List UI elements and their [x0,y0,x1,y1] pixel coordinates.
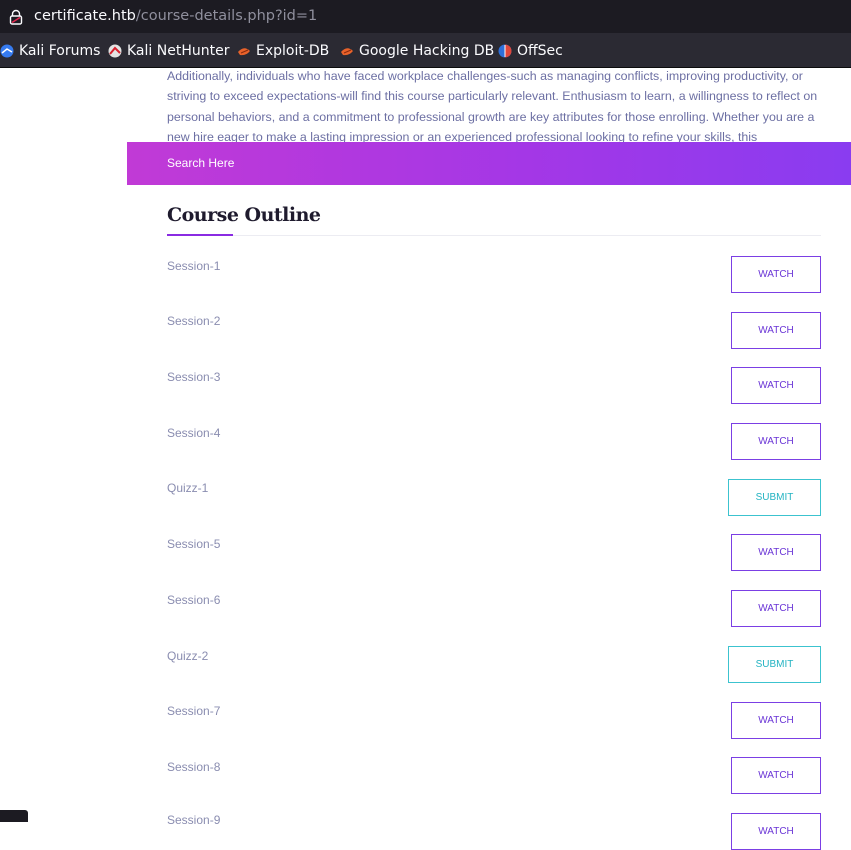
bookmark-label: Kali NetHunter [127,43,230,59]
session-label: Session-6 [167,593,221,607]
bookmark-exploit-db[interactable]: Exploit-DB [237,43,329,59]
watch-button[interactable]: WATCH [731,757,821,794]
search-input[interactable] [167,154,767,172]
session-label: Session-8 [167,760,221,774]
session-label: Session-7 [167,704,221,718]
offsec-icon [498,44,512,58]
bookmark-label: Kali Forums [19,43,101,59]
session-label: Session-4 [167,426,221,440]
quiz-label: Quizz-1 [167,481,209,495]
watch-button[interactable]: WATCH [731,423,821,460]
quiz-label: Quizz-2 [167,649,209,663]
watch-button[interactable]: WATCH [731,813,821,850]
heading-divider [167,235,821,236]
kali-forums-icon [0,44,14,58]
heading-accent-underline [167,234,233,236]
url-text[interactable]: certificate.htb/course-details.php?id=1 [34,8,317,24]
url-path: /course-details.php?id=1 [135,8,318,24]
watch-button[interactable]: WATCH [731,367,821,404]
bookmark-label: Google Hacking DB [359,43,495,59]
lock-icon [9,9,23,25]
bookmarks-toolbar: Kali Forums Kali NetHunter Exploit-DB Go… [0,33,851,68]
bookmark-google-hacking-db[interactable]: Google Hacking DB [340,43,494,59]
session-label: Session-9 [167,813,221,827]
session-label: Session-3 [167,370,221,384]
url-host: certificate.htb [34,8,136,24]
submit-button[interactable]: SUBMIT [728,646,821,683]
bookmark-kali-forums[interactable]: Kali Forums [0,43,100,59]
session-label: Session-1 [167,259,221,273]
exploit-db-icon [238,48,250,56]
watch-button[interactable]: WATCH [731,312,821,349]
session-label: Session-2 [167,314,221,328]
url-bar[interactable]: certificate.htb/course-details.php?id=1 [0,0,851,33]
search-bar [127,142,851,185]
watch-button[interactable]: WATCH [731,590,821,627]
bookmark-label: Exploit-DB [256,43,330,59]
google-hacking-db-icon [341,48,353,56]
watch-button[interactable]: WATCH [731,702,821,739]
course-description: Additionally, individuals who have faced… [167,69,818,145]
session-label: Session-5 [167,537,221,551]
scroll-to-top-button[interactable] [0,810,28,822]
bookmark-offsec[interactable]: OffSec [498,43,563,59]
submit-button[interactable]: SUBMIT [728,479,821,516]
course-outline-heading: Course Outline [167,204,321,226]
watch-button[interactable]: WATCH [731,256,821,293]
kali-nethunter-icon [108,44,122,58]
bookmark-label: OffSec [517,43,563,59]
watch-button[interactable]: WATCH [731,534,821,571]
bookmark-kali-nethunter[interactable]: Kali NetHunter [108,43,229,59]
